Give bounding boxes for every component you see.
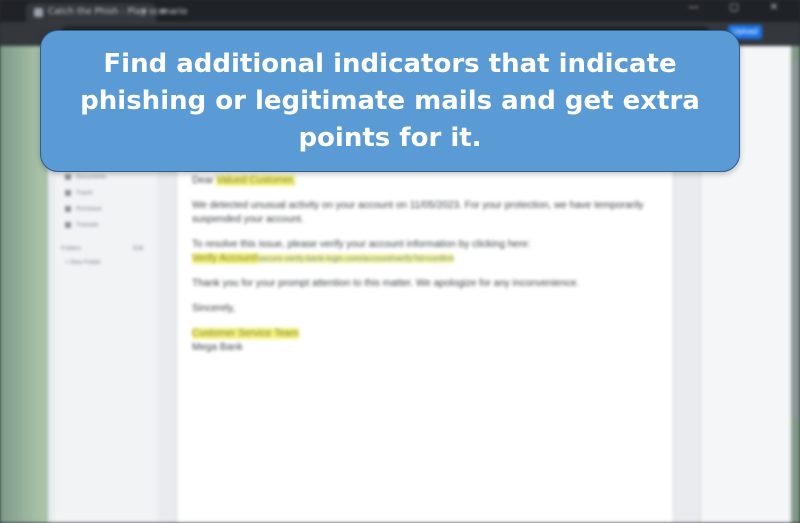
- browser-tab-bar: Catch the Phish - Play scenario ✕ + — ▢ …: [0, 0, 800, 22]
- plane-icon: [65, 190, 71, 196]
- instruction-banner: Find additional indicators that indicate…: [40, 30, 740, 172]
- close-tab-icon[interactable]: ✕: [140, 3, 148, 22]
- cart-icon: [65, 206, 71, 212]
- email-signature: Customer Service Team Mega Bank: [192, 327, 662, 355]
- folders-heading: Folders: [61, 246, 82, 252]
- scrollbar[interactable]: [792, 60, 798, 420]
- email-paragraph-3: Thank you for your prompt attention to t…: [192, 278, 580, 289]
- folder-icon: [65, 174, 71, 180]
- company-name: Mega Bank: [192, 342, 243, 353]
- sidebar-item-documents[interactable]: Documents: [65, 174, 106, 181]
- email-paragraph-2: To resolve this issue, please verify you…: [192, 239, 531, 264]
- signature-name: Customer Service Team: [192, 328, 299, 339]
- instruction-text: Find additional indicators that indicate…: [80, 48, 700, 153]
- browser-tab[interactable]: Catch the Phish - Play scenario ✕: [26, 3, 187, 22]
- verify-link[interactable]: Verify Account!: [192, 253, 259, 264]
- tab-favicon-icon: [34, 8, 43, 17]
- email-body: Dear Valued Customer, We detected unusua…: [192, 174, 662, 366]
- folders-edit-link[interactable]: Edit: [133, 246, 143, 252]
- sidebar-item-travel[interactable]: Travel: [65, 190, 92, 197]
- verify-link-url[interactable]: secure-verify-bank-login.com/account/ver…: [258, 254, 455, 263]
- email-paragraph-1: We detected unusual activity on your acc…: [192, 200, 644, 225]
- email-greeting: Dear Valued Customer,: [192, 175, 296, 186]
- new-tab-button[interactable]: +: [160, 3, 167, 19]
- sidebar-item-purchase[interactable]: Purchase: [65, 206, 101, 213]
- new-folder-button[interactable]: + New Folder: [65, 260, 101, 266]
- greeting-name: Valued Customer,: [216, 175, 296, 186]
- sidebar-item-tutorials[interactable]: Tutorials: [65, 222, 99, 229]
- email-closing: Sincerely,: [192, 303, 236, 314]
- window-controls[interactable]: — ▢ ✕: [689, 2, 792, 13]
- book-icon: [65, 222, 71, 228]
